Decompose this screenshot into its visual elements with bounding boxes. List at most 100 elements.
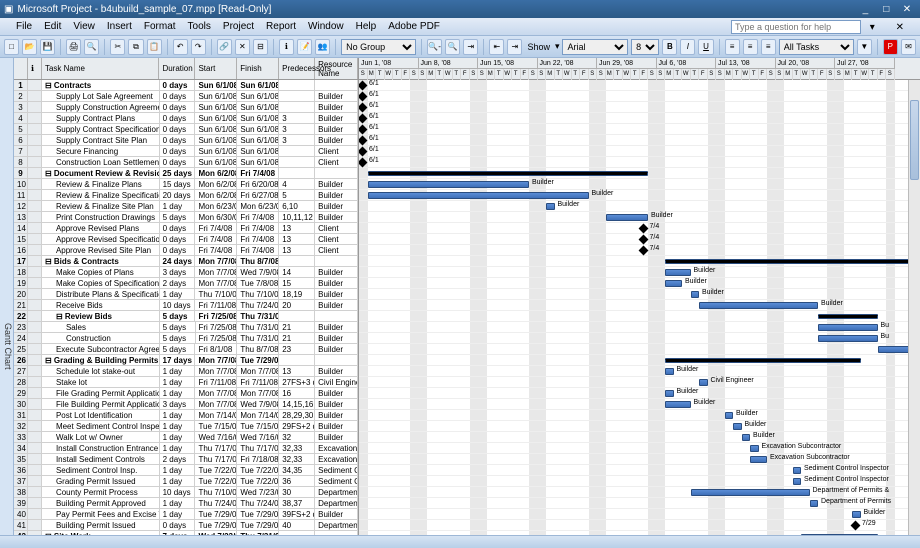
zoom-out-button[interactable]: 🔍-: [427, 39, 442, 55]
task-bar[interactable]: [750, 445, 759, 452]
scrollbar-thumb[interactable]: [910, 100, 919, 180]
gantt-row[interactable]: Builder: [359, 366, 920, 377]
vertical-scrollbar[interactable]: [908, 80, 920, 535]
info-header[interactable]: ℹ: [28, 58, 42, 79]
paste-button[interactable]: 📋: [147, 39, 162, 55]
task-row[interactable]: 29File Grading Permit Application1 dayMo…: [14, 388, 358, 399]
col-finish[interactable]: Finish: [237, 58, 279, 79]
gantt-row[interactable]: 6/1: [359, 124, 920, 135]
italic-button[interactable]: I: [680, 39, 695, 55]
task-bar[interactable]: [665, 390, 674, 397]
milestone-icon[interactable]: [638, 246, 648, 256]
gantt-row[interactable]: Builder: [359, 410, 920, 421]
summary-bar[interactable]: [665, 259, 920, 264]
rownum-header[interactable]: [14, 58, 28, 79]
task-row[interactable]: 6Supply Contract Site Plan0 daysSun 6/1/…: [14, 135, 358, 146]
task-row[interactable]: 11Review & Finalize Specifications20 day…: [14, 190, 358, 201]
task-row[interactable]: 24Construction5 daysFri 7/25/08Thu 7/31/…: [14, 333, 358, 344]
gantt-row[interactable]: [359, 355, 920, 366]
new-button[interactable]: □: [4, 39, 19, 55]
task-row[interactable]: 3Supply Construction Agreement0 daysSun …: [14, 102, 358, 113]
font-select[interactable]: Arial: [562, 39, 628, 55]
task-bar[interactable]: [852, 511, 861, 518]
task-row[interactable]: 10Review & Finalize Plans15 daysMon 6/2/…: [14, 179, 358, 190]
gantt-row[interactable]: Builder: [359, 201, 920, 212]
task-bar[interactable]: [742, 434, 751, 441]
task-row[interactable]: 30File Building Permit Application3 days…: [14, 399, 358, 410]
task-row[interactable]: 35Install Sediment Controls2 daysThu 7/1…: [14, 454, 358, 465]
task-row[interactable]: 16Approve Revised Site Plan0 daysFri 7/4…: [14, 245, 358, 256]
task-row[interactable]: 38County Permit Process10 daysThu 7/10/0…: [14, 487, 358, 498]
task-bar[interactable]: [546, 203, 555, 210]
gantt-row[interactable]: 6/1: [359, 102, 920, 113]
align-right-button[interactable]: ≡: [761, 39, 776, 55]
open-button[interactable]: 📂: [22, 39, 37, 55]
gantt-row[interactable]: Builder: [359, 300, 920, 311]
summary-bar[interactable]: [801, 534, 878, 535]
gantt-row[interactable]: Builder: [359, 267, 920, 278]
task-bar[interactable]: [665, 368, 674, 375]
task-row[interactable]: 32Meet Sediment Control Inspector1 dayTu…: [14, 421, 358, 432]
gantt-row[interactable]: 7/4: [359, 223, 920, 234]
fontsize-select[interactable]: 8: [631, 39, 659, 55]
gantt-row[interactable]: Civil Engineer: [359, 377, 920, 388]
task-bar[interactable]: [699, 302, 818, 309]
gantt-row[interactable]: 6/1: [359, 80, 920, 91]
task-row[interactable]: 8Construction Loan Settlement0 daysSun 6…: [14, 157, 358, 168]
task-row[interactable]: 20Distribute Plans & Specifications1 day…: [14, 289, 358, 300]
gantt-row[interactable]: 6/1: [359, 113, 920, 124]
menu-tools[interactable]: Tools: [182, 21, 217, 32]
gantt-row[interactable]: Builder: [359, 212, 920, 223]
col-task[interactable]: Task Name: [42, 58, 160, 79]
link-button[interactable]: 🔗: [217, 39, 232, 55]
milestone-icon[interactable]: [638, 224, 648, 234]
pdf-mail-button[interactable]: ✉: [901, 39, 916, 55]
milestone-icon[interactable]: [638, 235, 648, 245]
align-center-button[interactable]: ≡: [743, 39, 758, 55]
task-row[interactable]: 18Make Copies of Plans3 daysMon 7/7/08We…: [14, 267, 358, 278]
task-bar[interactable]: [725, 412, 734, 419]
gantt-row[interactable]: Builder: [359, 190, 920, 201]
save-button[interactable]: 💾: [40, 39, 55, 55]
task-row[interactable]: 12Review & Finalize Site Plan1 dayMon 6/…: [14, 201, 358, 212]
gantt-row[interactable]: Department of Permits: [359, 498, 920, 509]
gantt-row[interactable]: 6/1: [359, 135, 920, 146]
info-button[interactable]: ℹ: [279, 39, 294, 55]
gantt-row[interactable]: Builder: [359, 388, 920, 399]
goto-button[interactable]: ⇥: [463, 39, 478, 55]
pdf-button[interactable]: P: [883, 39, 898, 55]
milestone-icon[interactable]: [851, 521, 861, 531]
gantt-row[interactable]: 6/1: [359, 146, 920, 157]
task-row[interactable]: 42⊟ Site Work7 daysWed 7/23/08Thu 7/31/0…: [14, 531, 358, 535]
task-bar[interactable]: [699, 379, 708, 386]
menubar-close-button[interactable]: ✕: [890, 22, 910, 33]
gantt-row[interactable]: 7/4: [359, 234, 920, 245]
gantt-row[interactable]: [359, 344, 920, 355]
task-row[interactable]: 5Supply Contract Specifications0 daysSun…: [14, 124, 358, 135]
task-row[interactable]: 19Make Copies of Specifications2 daysMon…: [14, 278, 358, 289]
align-left-button[interactable]: ≡: [725, 39, 740, 55]
menu-report[interactable]: Report: [260, 21, 302, 32]
zoom-in-button[interactable]: 🔍+: [445, 39, 460, 55]
gantt-row[interactable]: Builder: [359, 278, 920, 289]
task-row[interactable]: 25Execute Subcontractor Agreements5 days…: [14, 344, 358, 355]
task-row[interactable]: 39Building Permit Approved1 dayThu 7/24/…: [14, 498, 358, 509]
task-row[interactable]: 26⊟ Grading & Building Permits17 daysMon…: [14, 355, 358, 366]
task-row[interactable]: 41Building Permit Issued0 daysTue 7/29/0…: [14, 520, 358, 531]
col-start[interactable]: Start: [195, 58, 237, 79]
cut-button[interactable]: ✂: [110, 39, 125, 55]
gantt-row[interactable]: Bu: [359, 333, 920, 344]
task-row[interactable]: 1⊟ Contracts0 daysSun 6/1/08Sun 6/1/08: [14, 80, 358, 91]
assign-button[interactable]: 👥: [315, 39, 330, 55]
menu-window[interactable]: Window: [302, 21, 350, 32]
gantt-row[interactable]: [359, 168, 920, 179]
notes-button[interactable]: 📝: [297, 39, 312, 55]
task-bar[interactable]: [750, 456, 767, 463]
gantt-row[interactable]: Builder: [359, 289, 920, 300]
undo-button[interactable]: ↶: [173, 39, 188, 55]
gantt-row[interactable]: Sediment Control Inspector: [359, 465, 920, 476]
task-bar[interactable]: [818, 335, 878, 342]
task-row[interactable]: 33Walk Lot w/ Owner1 dayWed 7/16/08Wed 7…: [14, 432, 358, 443]
help-search-input[interactable]: [731, 20, 861, 34]
task-row[interactable]: 9⊟ Document Review & Revision25 daysMon …: [14, 168, 358, 179]
